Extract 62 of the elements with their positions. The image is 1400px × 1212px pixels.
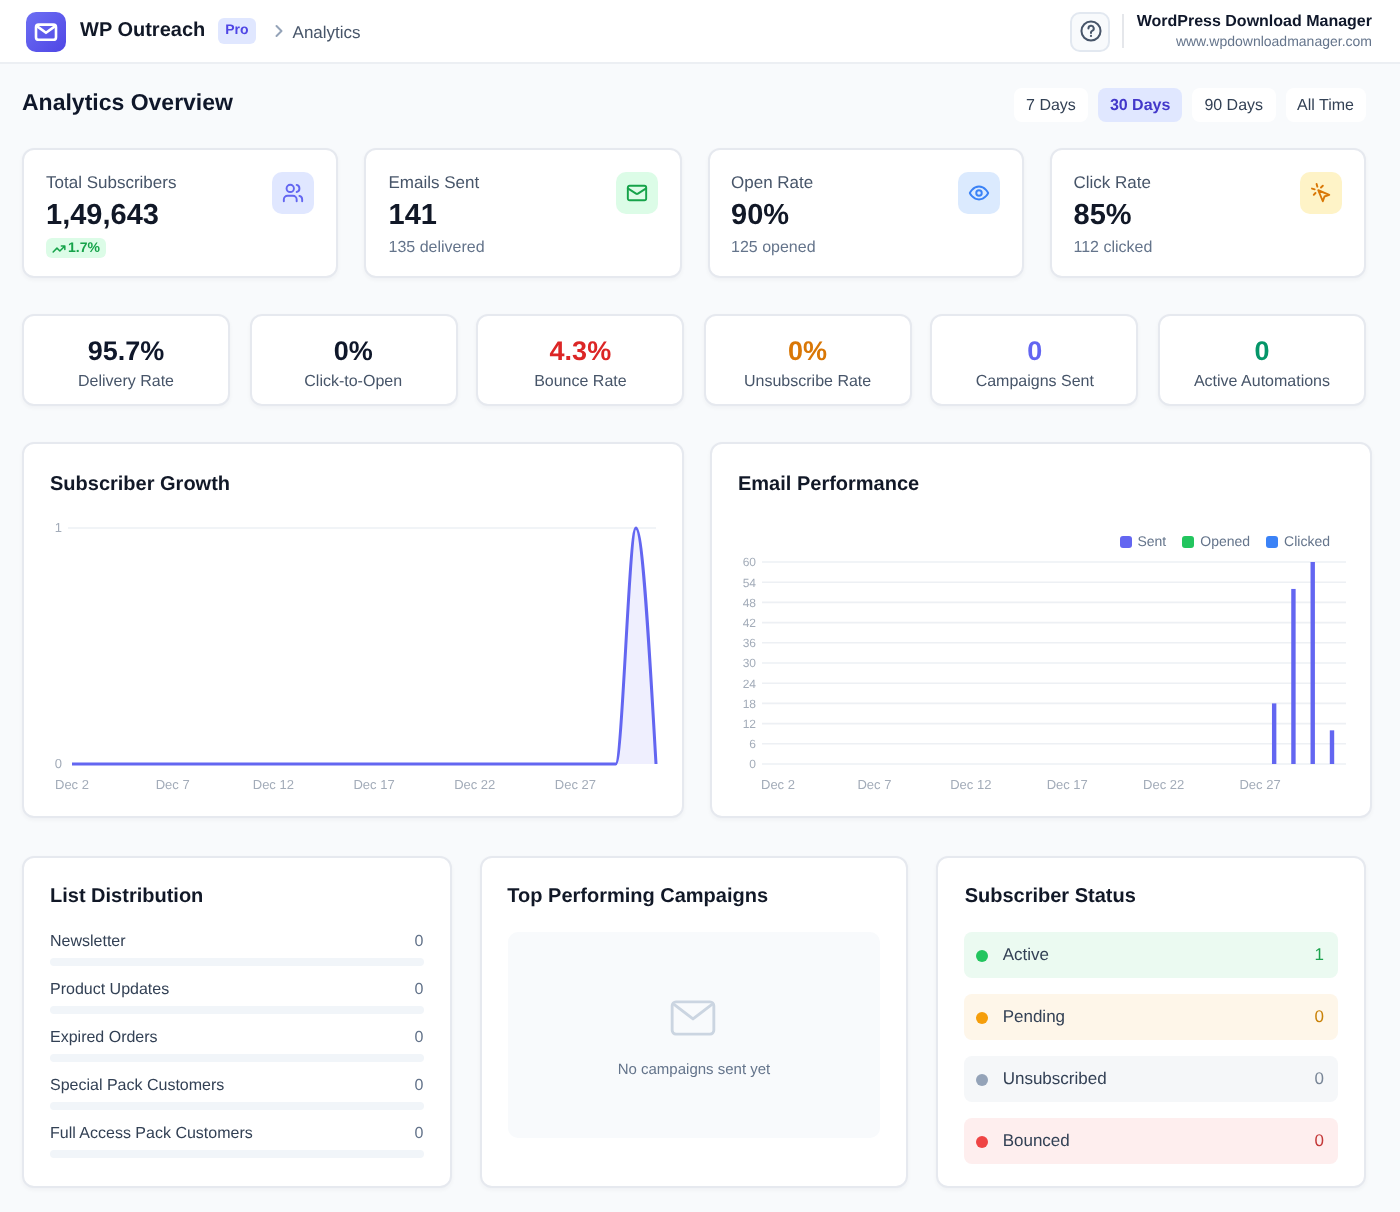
app-name: WP Outreach bbox=[80, 17, 206, 45]
status-count: 0 bbox=[1314, 1130, 1324, 1152]
status-label: Unsubscribed bbox=[1002, 1068, 1107, 1090]
stat-label: Total Subscribers bbox=[46, 170, 177, 194]
status-label: Bounced bbox=[1002, 1130, 1070, 1152]
chart-title: Subscriber Growth bbox=[50, 472, 231, 500]
envelope-icon bbox=[670, 1000, 717, 1036]
list-count: 0 bbox=[414, 977, 424, 999]
page-title: Analytics Overview bbox=[22, 90, 233, 120]
metric-value: 0 bbox=[1254, 334, 1270, 368]
card-title: Subscriber Status bbox=[964, 884, 1136, 912]
status-count: 0 bbox=[1314, 1006, 1324, 1028]
metric-label: Click-to-Open bbox=[304, 370, 403, 392]
range-tab[interactable]: 90 Days bbox=[1192, 88, 1276, 122]
status-count: 0 bbox=[1314, 1068, 1324, 1090]
metric-label: Unsubscribe Rate bbox=[744, 370, 872, 392]
stat-label: Click Rate bbox=[1073, 170, 1151, 194]
list-name: Product Updates bbox=[50, 977, 170, 999]
status-label: Active bbox=[1002, 944, 1049, 966]
stat-value: 1,49,643 bbox=[46, 198, 159, 234]
stat-detail: 112 clicked bbox=[1073, 236, 1153, 260]
stat-value: 141 bbox=[388, 198, 437, 234]
chevron-right-icon bbox=[274, 24, 285, 38]
site-name: WordPress Download Manager bbox=[1136, 11, 1372, 31]
list-name: Full Access Pack Customers bbox=[50, 1121, 253, 1143]
bar bbox=[1329, 730, 1335, 764]
list-count: 0 bbox=[414, 1073, 424, 1095]
status-count: 1 bbox=[1314, 944, 1324, 966]
breadcrumb-current: Analytics bbox=[292, 19, 361, 43]
range-tab[interactable]: All Time bbox=[1285, 88, 1366, 122]
metric-label: Active Automations bbox=[1193, 370, 1331, 392]
metric-value: 0% bbox=[333, 334, 373, 368]
chart-title: Email Performance bbox=[738, 472, 920, 500]
stat-detail: 135 delivered bbox=[388, 236, 485, 260]
stat-label: Open Rate bbox=[731, 170, 814, 194]
metric-label: Bounce Rate bbox=[534, 370, 627, 392]
help-icon bbox=[1079, 20, 1102, 42]
stat-label: Emails Sent bbox=[388, 170, 480, 194]
metric-label: Campaigns Sent bbox=[975, 370, 1094, 392]
bar bbox=[1271, 703, 1277, 764]
metric-value: 95.7% bbox=[87, 334, 165, 368]
stat-value: 90% bbox=[731, 198, 790, 234]
metric-value: 0 bbox=[1027, 334, 1043, 368]
stat-value: 85% bbox=[1073, 198, 1132, 234]
list-name: Newsletter bbox=[50, 929, 126, 951]
list-name: Special Pack Customers bbox=[50, 1073, 225, 1095]
help-button[interactable] bbox=[1070, 11, 1111, 51]
envelope-logo-icon bbox=[26, 11, 66, 51]
stat-detail: 125 opened bbox=[731, 236, 816, 260]
list-count: 0 bbox=[414, 1025, 424, 1047]
list-name: Expired Orders bbox=[50, 1025, 158, 1047]
status-label: Pending bbox=[1002, 1006, 1066, 1028]
trend-up-icon bbox=[52, 241, 66, 255]
list-count: 0 bbox=[414, 929, 424, 951]
metric-value: 0% bbox=[788, 334, 828, 368]
metric-label: Delivery Rate bbox=[77, 370, 174, 392]
card-title: Top Performing Campaigns bbox=[507, 884, 769, 912]
list-count: 0 bbox=[414, 1121, 424, 1143]
range-tab[interactable]: 7 Days bbox=[1014, 88, 1088, 122]
range-tab[interactable]: 30 Days bbox=[1097, 88, 1183, 122]
card-title: List Distribution bbox=[50, 884, 204, 912]
metric-value: 4.3% bbox=[549, 334, 612, 368]
